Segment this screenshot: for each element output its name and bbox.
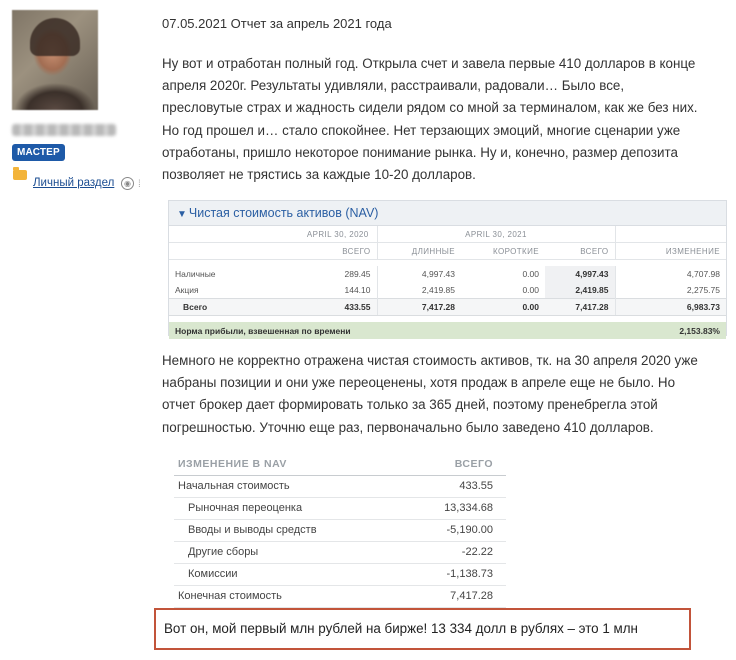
nav-header-label: Чистая стоимость активов (NAV) [188,206,379,220]
table-row: Вводы и выводы средств -5,190.00 [174,520,506,542]
col-header: КОРОТКИЕ [461,242,545,260]
table-row: Другие сборы -22.22 [174,542,506,564]
change-table-header: ИЗМЕНЕНИЕ В NAV ВСЕГО [174,454,506,476]
nav-table-image: ▼ Чистая стоимость активов (NAV) APRIL 30… [168,200,727,339]
text-line: погрешностью. Уточню еще раз, первоначал… [162,419,654,435]
text-line: Ну вот и отработан полный год. Открыла с… [162,56,696,71]
highlighted-note: Вот он, мой первый млн рублей на бирже! … [154,608,691,650]
roi-row: Норма прибыли, взвешенная по времени 2,1… [169,322,726,339]
group-header-2020: APRIL 30, 2020 [299,226,377,243]
table-row: Наличные 289.45 4,997.43 0.00 4,997.43 4… [169,266,726,282]
rank-badge: МАСТЕР [12,144,65,161]
text-line: Немного не корректно отражена чистая сто… [162,353,698,368]
table-row: Конечная стоимость 7,417.28 [174,586,506,608]
paragraph-note: Немного не корректно отражена чистая сто… [162,350,732,439]
text-line: пресловутые страх и жадность сидели рядо… [162,100,698,116]
col-header: ДЛИННЫЕ [376,242,461,260]
group-header-2021: APRIL 30, 2021 [376,226,615,243]
table-row-total: Всего 433.55 7,417.28 0.00 7,417.28 6,98… [169,298,726,316]
table-row: Начальная стоимость 433.55 [174,476,506,498]
table-row: Акция 144.10 2,419.85 0.00 2,419.85 2,27… [169,282,726,299]
table-row: Комиссии -1,138.73 [174,564,506,586]
roi-value: 2,153.83% [615,322,726,339]
username-blurred[interactable] [12,124,116,136]
text-line: набраны позиции и они уже переоценены, х… [162,375,676,391]
user-sidebar: МАСТЕР Личный раздел ◉ ⁞ [0,0,150,660]
avatar[interactable] [12,10,98,110]
folder-icon [13,167,27,180]
post-title: 07.05.2021 Отчет за апрель 2021 года [162,16,392,31]
nav-header[interactable]: ▼ Чистая стоимость активов (NAV) [169,201,726,226]
col-header: ВСЕГО [545,242,615,260]
roi-label: Норма прибыли, взвешенная по времени [169,322,615,339]
text-line: позволяет не трястись за каждые 10-20 до… [162,167,476,183]
nav-table: APRIL 30, 2020 APRIL 30, 2021 ВСЕГО ДЛИН… [169,226,726,339]
text-line: отработаны, пришло некоторое понимание р… [162,144,678,160]
col-header: ИЗМЕНЕНИЕ [614,242,726,260]
personal-section-link[interactable]: Личный раздел [33,177,114,189]
text-line: апреля 2020г. Результаты удивляли, расст… [162,78,625,94]
separator-mark: ⁞ [138,179,141,190]
text-line: Но год прошел и… стало спокойнее. Нет те… [162,122,681,138]
col-header: ВСЕГО [299,242,377,260]
table-row: Рыночная переоценка 13,334.68 [174,498,506,520]
change-in-nav-table: ИЗМЕНЕНИЕ В NAV ВСЕГО Начальная стоимост… [174,454,506,608]
chevron-down-icon: ▼ [177,209,187,220]
paragraph-intro: Ну вот и отработан полный год. Открыла с… [162,53,732,186]
text-line: отчет брокер дает формировать только за … [162,397,658,413]
eye-icon[interactable]: ◉ [121,177,134,190]
